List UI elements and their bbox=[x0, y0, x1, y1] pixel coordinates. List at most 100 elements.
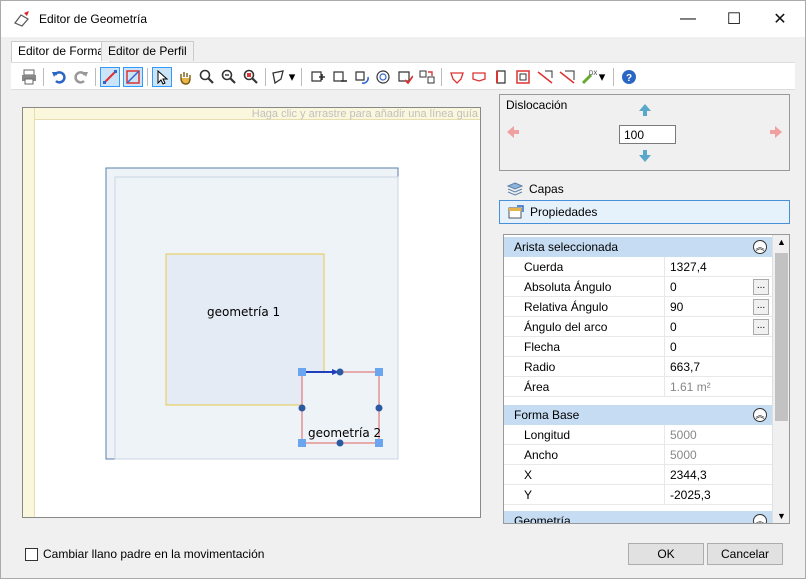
chamfer-icon[interactable] bbox=[535, 67, 555, 87]
insert-vertex-icon[interactable] bbox=[447, 67, 467, 87]
arrow-down-icon[interactable] bbox=[638, 149, 652, 163]
rotate-shape-icon[interactable] bbox=[351, 67, 371, 87]
collapse-icon[interactable]: ︽ bbox=[753, 240, 767, 254]
group-geometria[interactable]: Geometría ︽ bbox=[504, 511, 773, 523]
prop-value: 5000 bbox=[670, 428, 697, 442]
prop-value[interactable]: -2025,3 bbox=[670, 488, 711, 502]
ellipsis-button[interactable]: ... bbox=[753, 299, 769, 315]
prop-key: X bbox=[524, 468, 533, 482]
table-row: Ángulo del arco 0 ... bbox=[504, 317, 773, 337]
print-icon[interactable] bbox=[19, 67, 39, 87]
prop-value[interactable]: 663,7 bbox=[670, 360, 700, 374]
prop-key: Y bbox=[524, 488, 533, 502]
geometry-1-label: geometría 1 bbox=[207, 305, 281, 319]
table-row: Relativa Ángulo 90 ... bbox=[504, 297, 773, 317]
collapse-icon[interactable]: ︽ bbox=[753, 514, 767, 523]
split-shape-icon[interactable] bbox=[417, 67, 437, 87]
cancel-button[interactable]: Cancelar bbox=[707, 543, 783, 565]
title-bar: Editor de Geometría — ☐ ✕ bbox=[1, 1, 805, 37]
ellipsis-button[interactable]: ... bbox=[753, 279, 769, 295]
property-scrollbar[interactable]: ▲ ▼ bbox=[772, 235, 789, 523]
section-capas-label: Capas bbox=[529, 182, 564, 196]
table-row: Radio 663,7 bbox=[504, 357, 773, 377]
snap-edges-icon[interactable] bbox=[123, 67, 143, 87]
fillet-icon[interactable] bbox=[557, 67, 577, 87]
edge-bevel-icon[interactable] bbox=[513, 67, 533, 87]
prop-value: 1.61 m² bbox=[670, 380, 711, 394]
zoom-out-icon[interactable] bbox=[219, 67, 239, 87]
group-forma-base[interactable]: Forma Base ︽ bbox=[504, 405, 773, 425]
change-parent-plane-checkbox[interactable] bbox=[25, 548, 38, 561]
geometry-1-shape[interactable] bbox=[165, 253, 325, 406]
table-row: Ancho 5000 bbox=[504, 445, 773, 465]
prop-value[interactable]: 1327,4 bbox=[670, 260, 707, 274]
redo-icon[interactable] bbox=[71, 67, 91, 87]
chevron-down-icon[interactable]: ▾ bbox=[597, 67, 607, 87]
table-row: Absoluta Ángulo 0 ... bbox=[504, 277, 773, 297]
ok-button[interactable]: OK bbox=[628, 543, 704, 565]
select-pointer-icon[interactable] bbox=[152, 67, 172, 87]
section-capas[interactable]: Capas bbox=[499, 177, 790, 201]
zoom-icon[interactable] bbox=[197, 67, 217, 87]
change-parent-plane-label[interactable]: Cambiar llano padre en la movimentación bbox=[43, 547, 264, 561]
vertex-handle[interactable] bbox=[298, 368, 306, 376]
prop-key: Ángulo del arco bbox=[524, 320, 608, 334]
add-shape-icon[interactable] bbox=[307, 67, 327, 87]
vertex-handle[interactable] bbox=[375, 439, 383, 447]
vertex-handle[interactable] bbox=[375, 368, 383, 376]
arrow-left-icon[interactable] bbox=[506, 125, 520, 139]
offset-shape-icon[interactable] bbox=[373, 67, 393, 87]
toolbar: ▾ DX ▾ ? bbox=[11, 62, 795, 90]
delete-vertex-icon[interactable] bbox=[469, 67, 489, 87]
edge-arc-icon[interactable] bbox=[491, 67, 511, 87]
scroll-down-icon[interactable]: ▼ bbox=[777, 511, 786, 521]
scroll-up-icon[interactable]: ▲ bbox=[777, 237, 786, 247]
geometry-editor-icon bbox=[14, 11, 29, 27]
dislocacion-label: Dislocación bbox=[506, 98, 568, 112]
prop-key: Longitud bbox=[524, 428, 571, 442]
midpoint-handle[interactable] bbox=[298, 404, 306, 412]
collapse-icon[interactable]: ︽ bbox=[753, 408, 767, 422]
minimize-button[interactable]: — bbox=[665, 1, 711, 37]
polygon-dropdown-icon[interactable] bbox=[269, 67, 289, 87]
chevron-down-icon[interactable]: ▾ bbox=[287, 67, 297, 87]
prop-key: Ancho bbox=[524, 448, 559, 462]
svg-text:DXF: DXF bbox=[589, 71, 597, 77]
close-button[interactable]: ✕ bbox=[757, 1, 803, 37]
prop-key: Flecha bbox=[524, 340, 561, 354]
bottom-bar: Cambiar llano padre en la movimentación … bbox=[11, 535, 795, 573]
group-arista-seleccionada[interactable]: Arista seleccionada ︽ bbox=[504, 237, 773, 257]
arrow-up-icon[interactable] bbox=[638, 103, 652, 117]
vertex-handle[interactable] bbox=[298, 439, 306, 447]
prop-value: 5000 bbox=[670, 448, 697, 462]
table-row: Área 1.61 m² bbox=[504, 377, 773, 397]
ellipsis-button[interactable]: ... bbox=[753, 319, 769, 335]
section-propiedades[interactable]: Propiedades bbox=[499, 200, 790, 224]
undo-icon[interactable] bbox=[49, 67, 69, 87]
zoom-extents-icon[interactable] bbox=[241, 67, 261, 87]
edit-edges-icon[interactable] bbox=[100, 67, 120, 87]
midpoint-handle[interactable] bbox=[375, 404, 383, 412]
dxf-import-icon[interactable]: DXF bbox=[579, 67, 599, 87]
dislocacion-input[interactable] bbox=[619, 125, 676, 144]
help-icon[interactable]: ? bbox=[619, 67, 639, 87]
properties-icon bbox=[508, 205, 524, 219]
tab-editor-de-forma[interactable]: Editor de Forma bbox=[11, 41, 112, 62]
prop-value[interactable]: 0 bbox=[670, 280, 677, 294]
maximize-button[interactable]: ☐ bbox=[711, 1, 757, 37]
arrow-right-icon[interactable] bbox=[769, 125, 783, 139]
prop-value[interactable]: 0 bbox=[670, 320, 677, 334]
scrollbar-thumb[interactable] bbox=[775, 253, 788, 421]
prop-value[interactable]: 2344,3 bbox=[670, 468, 707, 482]
prop-key: Cuerda bbox=[524, 260, 564, 274]
pan-hand-icon[interactable] bbox=[175, 67, 195, 87]
prop-value[interactable]: 90 bbox=[670, 300, 683, 314]
midpoint-handle[interactable] bbox=[336, 439, 344, 447]
prop-value[interactable]: 0 bbox=[670, 340, 677, 354]
drawing-canvas[interactable]: Haga clic y arrastre para añadir una lín… bbox=[22, 107, 481, 518]
check-shape-icon[interactable] bbox=[395, 67, 415, 87]
tab-editor-de-perfil[interactable]: Editor de Perfil bbox=[101, 41, 194, 61]
midpoint-handle[interactable] bbox=[336, 368, 344, 376]
table-row: X 2344,3 bbox=[504, 465, 773, 485]
remove-shape-icon[interactable] bbox=[329, 67, 349, 87]
